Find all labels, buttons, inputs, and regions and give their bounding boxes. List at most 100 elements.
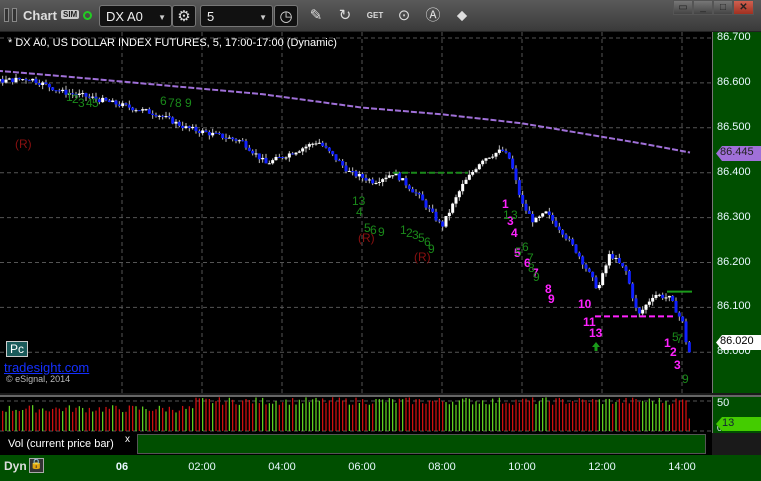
buy-arrow-icon xyxy=(592,342,600,351)
minimize-button[interactable]: _ xyxy=(693,0,713,15)
link-icon[interactable]: ⬥ xyxy=(450,5,474,27)
candle xyxy=(294,152,298,155)
restore-menu-button[interactable]: ▭ xyxy=(673,0,693,15)
sequence-count-green: 3 xyxy=(511,208,518,222)
close-study-icon[interactable]: x xyxy=(125,434,130,445)
candle xyxy=(197,131,201,134)
candle xyxy=(637,307,641,314)
candle xyxy=(217,133,221,135)
r-marker: (R) xyxy=(15,137,32,151)
candle xyxy=(221,133,225,139)
candle xyxy=(337,160,341,162)
candle xyxy=(317,142,321,144)
close-button[interactable]: ✕ xyxy=(733,0,754,15)
candle xyxy=(0,78,1,82)
copyright: © eSignal, 2014 xyxy=(6,374,71,384)
volume-study-label[interactable]: Vol (current price bar) xyxy=(8,438,114,450)
sequence-count-green: 5 xyxy=(92,96,99,110)
candle xyxy=(237,140,241,142)
price-axis[interactable]: 86.700 86.600 86.500 86.400 86.300 86.200 86.1… xyxy=(712,31,761,393)
candle xyxy=(664,297,668,299)
symbol-select[interactable]: DX A0 ▼ xyxy=(99,5,172,27)
candle xyxy=(81,93,85,95)
candle xyxy=(137,110,141,112)
candle xyxy=(481,160,485,165)
price-chart[interactable]: * DX A0, US DOLLAR INDEX FUTURES, 5, 17:… xyxy=(0,32,712,393)
candle xyxy=(17,77,21,80)
candle xyxy=(467,174,471,180)
candle xyxy=(384,177,388,180)
candle xyxy=(511,158,515,169)
symbol-value: DX A0 xyxy=(106,9,143,24)
price-label: 86.600 xyxy=(717,75,751,88)
get-icon[interactable]: GET xyxy=(363,5,387,27)
candle xyxy=(654,295,658,298)
candle xyxy=(364,177,368,181)
price-label: 86.500 xyxy=(717,120,751,133)
candle xyxy=(497,149,501,153)
candle xyxy=(187,126,191,129)
lock-icon[interactable]: 🔒 xyxy=(29,458,44,473)
candle xyxy=(7,78,11,80)
maximize-button[interactable]: □ xyxy=(713,0,733,15)
candle xyxy=(151,113,155,116)
candle xyxy=(277,156,281,158)
play-icon[interactable]: ⊙ xyxy=(392,5,416,27)
candle xyxy=(627,271,631,284)
sequence-count-green: 5 xyxy=(515,245,522,259)
candle xyxy=(41,82,45,85)
candle xyxy=(271,160,275,164)
volume-axis: 50 0 13 xyxy=(712,395,761,433)
candle xyxy=(307,144,311,147)
grip-icon[interactable] xyxy=(12,8,17,22)
status-dot-icon xyxy=(83,11,92,20)
candle xyxy=(674,300,678,313)
candle xyxy=(514,168,518,181)
candle xyxy=(54,90,58,92)
candle xyxy=(647,301,651,305)
sequence-count-green: 6 xyxy=(160,94,167,108)
interval-select[interactable]: 5 ▼ xyxy=(200,5,273,27)
chevron-down-icon: ▼ xyxy=(158,13,166,22)
candle xyxy=(31,78,35,81)
candle xyxy=(494,152,498,157)
candle xyxy=(371,179,375,184)
clock-icon[interactable]: ◷ xyxy=(274,5,298,27)
refresh-icon[interactable]: ↻ xyxy=(333,5,357,27)
time-axis[interactable]: Dyn 🔒 06 02:00 04:00 06:00 08:00 10:00 12:00 14… xyxy=(0,455,761,481)
sequence-count-green: 9 xyxy=(533,270,540,284)
candle xyxy=(327,147,331,152)
candle xyxy=(251,150,255,154)
candle xyxy=(331,151,335,155)
interval-value: 5 xyxy=(207,9,215,24)
candle xyxy=(401,178,405,181)
pc-button[interactable]: Pc xyxy=(6,341,29,357)
candle xyxy=(504,150,508,153)
pencil-icon[interactable]: ✎ xyxy=(304,5,328,27)
candle xyxy=(644,304,648,310)
candle xyxy=(594,277,598,289)
candle xyxy=(24,79,28,81)
candle xyxy=(431,208,435,212)
grip-icon[interactable] xyxy=(4,8,9,22)
candle xyxy=(234,139,238,141)
sim-badge: SIM xyxy=(61,10,80,19)
settings-gear-icon[interactable]: ⚙ xyxy=(172,5,196,27)
alert-icon[interactable]: Ⓐ xyxy=(421,5,445,27)
candle xyxy=(211,132,215,136)
volume-panel[interactable] xyxy=(0,395,712,433)
candle xyxy=(147,109,151,114)
candle xyxy=(367,179,371,181)
candle xyxy=(37,83,41,85)
candle xyxy=(111,100,115,103)
candle xyxy=(1,78,5,83)
candle xyxy=(301,148,305,152)
tradesight-link[interactable]: tradesight.com xyxy=(4,360,89,375)
candle xyxy=(104,97,108,101)
candle xyxy=(57,90,61,92)
candle xyxy=(344,165,348,172)
candle xyxy=(377,181,381,183)
candle xyxy=(677,312,681,317)
candle xyxy=(287,153,291,158)
sequence-count-magenta: 2 xyxy=(670,345,677,359)
